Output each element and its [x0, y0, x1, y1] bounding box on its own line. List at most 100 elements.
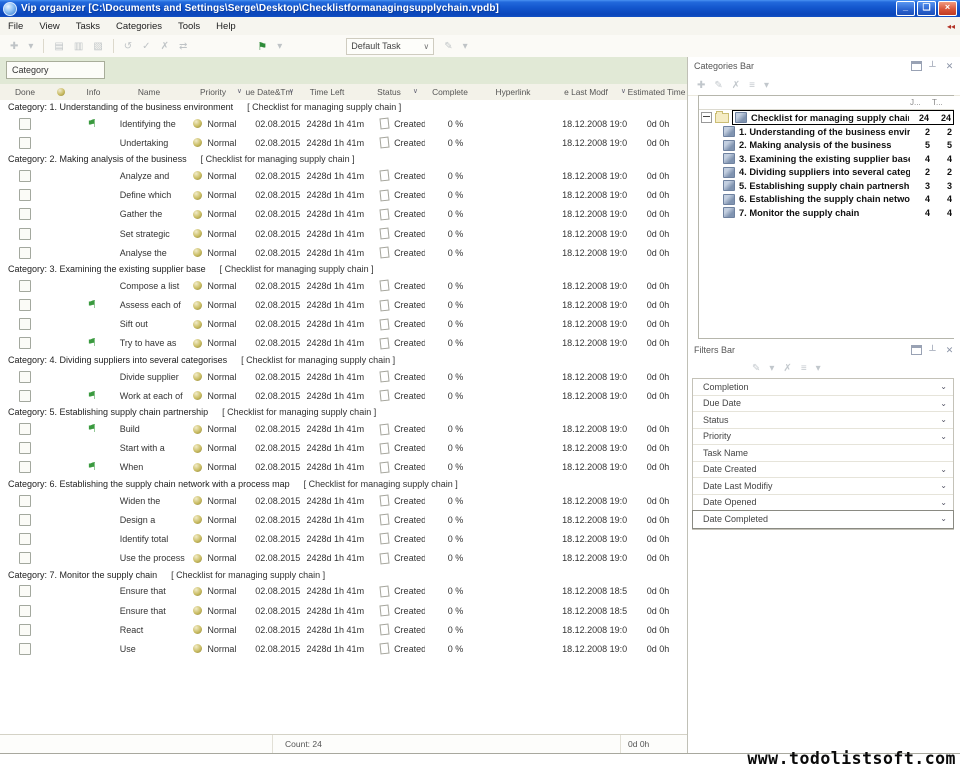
- column-header-info[interactable]: Info: [72, 84, 115, 100]
- move-task-icon[interactable]: ⇄: [179, 41, 187, 52]
- task-row[interactable]: ⚑Identifying theNormal02.08.20152428d 1h…: [0, 114, 687, 133]
- menu-tasks[interactable]: Tasks: [68, 21, 108, 32]
- task-row[interactable]: Use the processNormal02.08.20152428d 1h …: [0, 549, 687, 568]
- tree-root[interactable]: Checklist for managing supply chain2424: [699, 110, 954, 125]
- filter-dropdown-icon[interactable]: ∨: [413, 87, 418, 95]
- filter-caret-icon[interactable]: ▾: [816, 363, 821, 374]
- chevron-down-icon[interactable]: ⌄: [940, 382, 947, 391]
- undo-icon[interactable]: ↺: [124, 41, 132, 52]
- column-header-name[interactable]: Name: [115, 84, 183, 100]
- tree-col-2[interactable]: T...: [932, 98, 954, 107]
- maximize-button[interactable]: ❏: [917, 1, 936, 16]
- flag-dropdown-icon[interactable]: ▾: [277, 41, 282, 52]
- task-row[interactable]: Define whichNormal02.08.20152428d 1h 41m…: [0, 186, 687, 205]
- task-row[interactable]: ⚑WhenNormal02.08.20152428d 1h 41mCreated…: [0, 458, 687, 477]
- category-row[interactable]: Category: 3. Examining the existing supp…: [0, 262, 687, 276]
- done-checkbox[interactable]: [19, 280, 31, 292]
- task-row[interactable]: Identify totalNormal02.08.20152428d 1h 4…: [0, 529, 687, 548]
- pin-filters-icon[interactable]: ┴: [926, 345, 939, 356]
- task-row[interactable]: ReactNormal02.08.20152428d 1h 41mCreated…: [0, 620, 687, 639]
- chevron-down-icon[interactable]: ⌄: [940, 514, 947, 523]
- done-checkbox[interactable]: [19, 442, 31, 454]
- chevron-down-icon[interactable]: ⌄: [940, 498, 947, 507]
- done-checkbox[interactable]: [19, 624, 31, 636]
- tree-item[interactable]: 2. Making analysis of the business55: [699, 139, 954, 153]
- menu-help[interactable]: Help: [208, 21, 244, 32]
- task-row[interactable]: UndertakingNormal02.08.20152428d 1h 41mC…: [0, 133, 687, 152]
- delete-category-icon[interactable]: ✗: [732, 80, 740, 91]
- chevron-down-icon[interactable]: ⌄: [940, 432, 947, 441]
- filter-dropdown-icon[interactable]: ∨: [621, 87, 626, 95]
- filter-more-icon[interactable]: ≡: [801, 363, 807, 374]
- done-checkbox[interactable]: [19, 533, 31, 545]
- menu-tools[interactable]: Tools: [170, 21, 208, 32]
- column-header-date-last-modified[interactable]: e Last Modf∨: [545, 84, 627, 100]
- filter-item[interactable]: Due Date⌄: [693, 396, 953, 413]
- filter-item[interactable]: Status⌄: [693, 412, 953, 429]
- category-row[interactable]: Category: 1. Understanding of the busine…: [0, 100, 687, 114]
- done-checkbox[interactable]: [19, 643, 31, 655]
- done-checkbox[interactable]: [19, 585, 31, 597]
- category-row[interactable]: Category: 6. Establishing the supply cha…: [0, 477, 687, 491]
- edit-category-icon[interactable]: ✎: [714, 80, 722, 91]
- done-checkbox[interactable]: [19, 118, 31, 130]
- tree-item[interactable]: 4. Dividing suppliers into several categ…: [699, 166, 954, 180]
- task-row[interactable]: ⚑Try to have asNormal02.08.20152428d 1h …: [0, 334, 687, 353]
- category-row[interactable]: Category: 7. Monitor the supply chain[ C…: [0, 568, 687, 582]
- edit-template-icon[interactable]: ✎: [444, 41, 452, 52]
- done-checkbox[interactable]: [19, 189, 31, 201]
- menu-view[interactable]: View: [31, 21, 67, 32]
- task-row[interactable]: Divide supplierNormal02.08.20152428d 1h …: [0, 367, 687, 386]
- column-header-priority[interactable]: Priority∨: [183, 84, 243, 100]
- category-row[interactable]: Category: 2. Making analysis of the busi…: [0, 152, 687, 166]
- undock-panel-icon[interactable]: [911, 61, 922, 71]
- new-dropdown-icon[interactable]: ▾: [28, 41, 33, 52]
- task-row[interactable]: Widen theNormal02.08.20152428d 1h 41mCre…: [0, 491, 687, 510]
- menu-overflow-icon[interactable]: ◂◂: [947, 22, 955, 31]
- task-row[interactable]: Gather theNormal02.08.20152428d 1h 41mCr…: [0, 205, 687, 224]
- task-row[interactable]: Analyse theNormal02.08.20152428d 1h 41mC…: [0, 243, 687, 262]
- duplicate-task-icon[interactable]: ▧: [93, 41, 102, 52]
- new-category-icon[interactable]: ✚: [697, 80, 705, 91]
- task-row[interactable]: UseNormal02.08.20152428d 1h 41mCreated0 …: [0, 639, 687, 658]
- done-checkbox[interactable]: [19, 337, 31, 349]
- column-header-hyperlink[interactable]: Hyperlink: [481, 84, 545, 100]
- done-checkbox[interactable]: [19, 318, 31, 330]
- tree-item[interactable]: 3. Examining the existing supplier base4…: [699, 152, 954, 166]
- done-checkbox[interactable]: [19, 423, 31, 435]
- close-button[interactable]: ×: [938, 1, 957, 16]
- tree-item[interactable]: 5. Establishing supply chain partnership…: [699, 179, 954, 193]
- chevron-down-icon[interactable]: ⌄: [940, 465, 947, 474]
- filter-item[interactable]: Date Completed⌄: [692, 510, 954, 529]
- filter-clear-icon[interactable]: ✗: [783, 363, 791, 374]
- done-checkbox[interactable]: [19, 137, 31, 149]
- flag-icon[interactable]: ⚑: [257, 40, 267, 53]
- column-header-time-left[interactable]: Time Left: [295, 84, 359, 100]
- done-checkbox[interactable]: [19, 228, 31, 240]
- task-row[interactable]: ⚑Assess each ofNormal02.08.20152428d 1h …: [0, 296, 687, 315]
- chevron-down-icon[interactable]: ⌄: [940, 481, 947, 490]
- pin-panel-icon[interactable]: ┴: [926, 61, 939, 72]
- undock-filters-icon[interactable]: [911, 345, 922, 355]
- task-row[interactable]: ⚑Work at each ofNormal02.08.20152428d 1h…: [0, 386, 687, 405]
- done-checkbox[interactable]: [19, 552, 31, 564]
- filter-item[interactable]: Date Created⌄: [693, 462, 953, 479]
- column-header-done[interactable]: Done: [0, 84, 50, 100]
- filter-item[interactable]: Task Name: [693, 445, 953, 462]
- delete-task-icon[interactable]: ▥: [74, 41, 83, 52]
- done-checkbox[interactable]: [19, 605, 31, 617]
- column-header-due-date[interactable]: ue Date&Tm∨: [243, 84, 295, 100]
- filter-dropdown-icon[interactable]: ∨: [289, 87, 294, 95]
- column-header-priority-sort[interactable]: [50, 84, 72, 100]
- task-row[interactable]: Design aNormal02.08.20152428d 1h 41mCrea…: [0, 510, 687, 529]
- menu-categories[interactable]: Categories: [108, 21, 170, 32]
- column-header-status[interactable]: Status∨: [359, 84, 419, 100]
- close-filters-icon[interactable]: ✕: [943, 345, 956, 356]
- filter-edit-icon[interactable]: ✎: [752, 363, 760, 374]
- chevron-down-icon[interactable]: ⌄: [940, 399, 947, 408]
- column-header-estimated-time[interactable]: Estimated Time: [627, 84, 686, 100]
- tree-item[interactable]: 7. Monitor the supply chain44: [699, 206, 954, 220]
- tree-item[interactable]: 1. Understanding of the business environ…: [699, 125, 954, 139]
- done-checkbox[interactable]: [19, 371, 31, 383]
- done-checkbox[interactable]: [19, 461, 31, 473]
